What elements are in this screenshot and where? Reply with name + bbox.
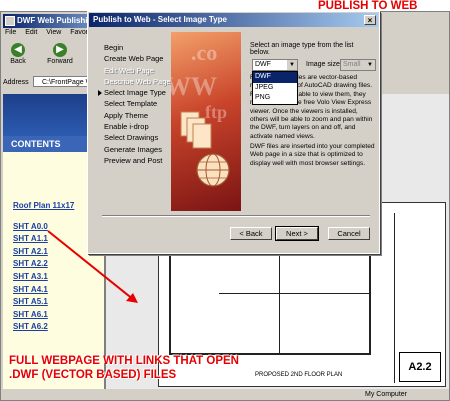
image-type-select[interactable]: DWF ▼ <box>252 59 298 71</box>
dwf-insert-description: DWF files are inserted into your complet… <box>250 143 375 167</box>
image-type-value: DWF <box>255 61 271 68</box>
dialog-title: Publish to Web - Select Image Type <box>93 15 227 24</box>
step-describe-web-page: Describe Web Page <box>104 76 171 86</box>
image-size-label: Image size: <box>306 61 342 68</box>
step-select-image-type[interactable]: Select Image Type <box>98 87 171 98</box>
step-edit-web-page: Edit Web Page <box>104 65 154 75</box>
close-icon[interactable]: × <box>364 15 376 25</box>
step-create-web-page[interactable]: Create Web Page <box>104 53 171 64</box>
step-begin[interactable]: Begin <box>104 42 171 53</box>
option-jpeg[interactable]: JPEG <box>253 83 297 94</box>
option-png[interactable]: PNG <box>253 93 297 104</box>
step-apply-theme[interactable]: Apply Theme <box>104 110 171 121</box>
wizard-illustration: .co WW ftp <box>171 32 241 211</box>
step-preview-and-post[interactable]: Preview and Post <box>104 155 171 166</box>
dialog-divider <box>102 215 370 217</box>
step-enable-idrop[interactable]: Enable i-drop <box>104 121 171 132</box>
step-select-template[interactable]: Select Template <box>104 98 171 109</box>
step-select-drawings[interactable]: Select Drawings <box>104 132 171 143</box>
step-generate-images[interactable]: Generate Images <box>104 144 171 155</box>
back-wizard-button[interactable]: < Back <box>230 227 272 240</box>
dialog-titlebar: Publish to Web - Select Image Type × <box>89 13 378 27</box>
dropdown-arrow-icon[interactable]: ▼ <box>287 60 297 70</box>
image-type-prompt: Select an image type from the list below… <box>250 42 354 56</box>
image-type-dropdown-list: DWF JPEG PNG <box>252 71 298 105</box>
image-size-select: Small ▼ <box>340 59 376 71</box>
document-globe-icon <box>180 111 230 187</box>
wizard-steps: Begin Create Web Page Edit Web Page Desc… <box>98 42 171 166</box>
option-dwf[interactable]: DWF <box>253 72 297 83</box>
next-button[interactable]: Next > <box>275 226 319 241</box>
image-size-value: Small <box>343 61 361 68</box>
dropdown-arrow-icon: ▼ <box>365 60 375 70</box>
publish-to-web-dialog: Publish to Web - Select Image Type × Beg… <box>87 11 380 254</box>
cancel-button[interactable]: Cancel <box>328 227 370 240</box>
